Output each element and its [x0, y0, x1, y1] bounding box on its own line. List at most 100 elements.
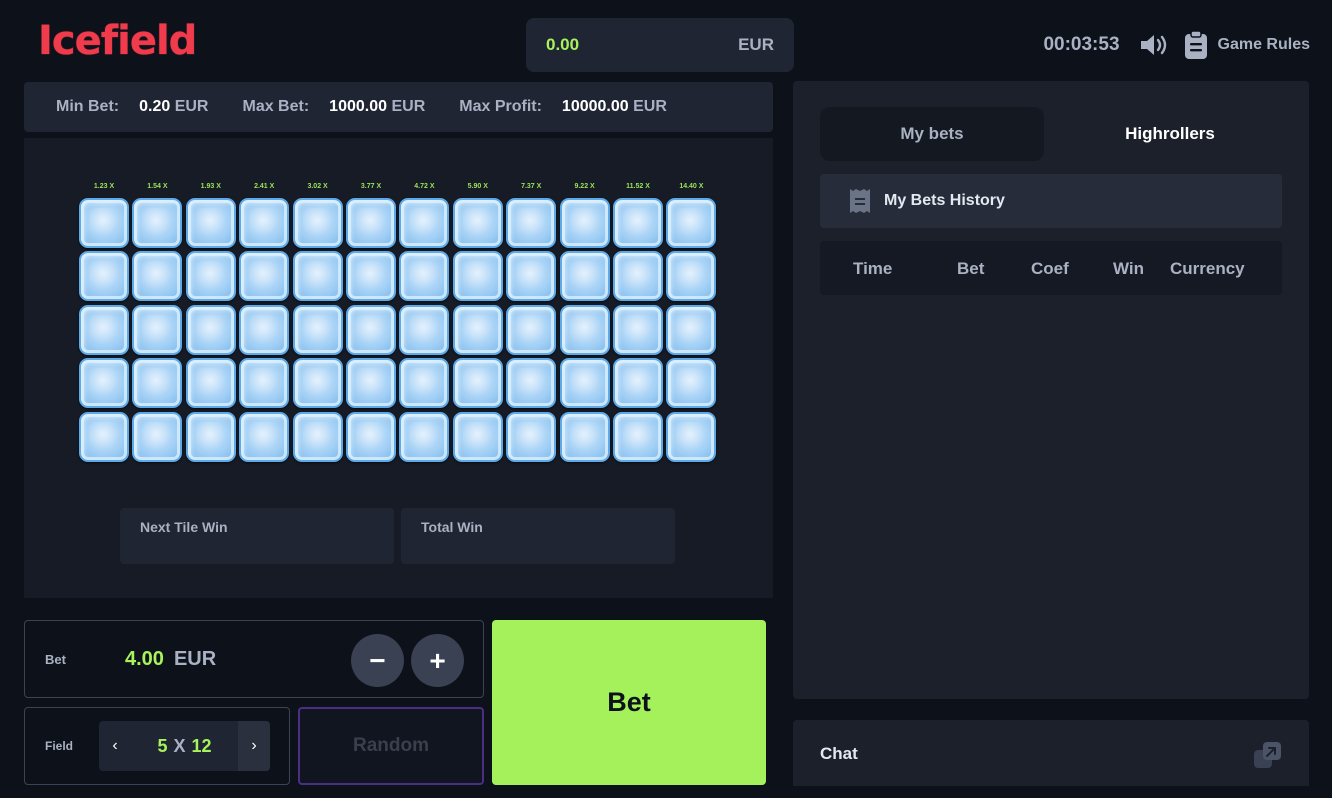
- column-coef: Coef: [1031, 259, 1069, 278]
- ice-tile[interactable]: [346, 198, 396, 248]
- next-tile-win-label: Next Tile Win: [140, 519, 228, 535]
- ice-tile[interactable]: [452, 251, 503, 302]
- balance-amount: 0.00: [546, 35, 580, 54]
- ice-tile[interactable]: [613, 411, 663, 462]
- ice-tile[interactable]: [666, 358, 717, 409]
- ice-tile[interactable]: [559, 198, 610, 248]
- ice-tile[interactable]: [613, 198, 663, 248]
- multiplier-label: 14.40 X: [679, 183, 704, 190]
- multiplier-row: 1.23 X 1.54 X 1.93 X 2.41 X 3.02 X 3.77 X 4.72…: [79, 183, 719, 195]
- ice-tile[interactable]: [399, 304, 450, 355]
- ice-tile[interactable]: [292, 251, 343, 302]
- ice-tile[interactable]: [79, 251, 129, 302]
- my-bets-history-button[interactable]: My Bets History: [820, 174, 1282, 228]
- ice-tile[interactable]: [185, 251, 236, 302]
- ice-tile[interactable]: [613, 251, 663, 302]
- ice-tile[interactable]: [666, 198, 717, 248]
- ice-tile[interactable]: [239, 358, 290, 409]
- ice-tile[interactable]: [346, 304, 396, 355]
- ice-tile[interactable]: [79, 304, 129, 355]
- game-rules-button[interactable]: Game Rules: [1184, 30, 1310, 60]
- ice-tile[interactable]: [506, 411, 557, 462]
- ice-tile[interactable]: [132, 251, 183, 302]
- multiplier-label: 4.72 X: [414, 183, 435, 190]
- ice-tile[interactable]: [292, 198, 343, 248]
- field-size-control: Field ‹ 5 X 12 ›: [24, 707, 290, 785]
- bet-button[interactable]: Bet: [492, 620, 766, 785]
- ice-tile[interactable]: [292, 411, 343, 462]
- ice-tile[interactable]: [506, 198, 557, 248]
- ice-tile[interactable]: [132, 411, 183, 462]
- max-bet: Max Bet: 1000.00 EUR: [242, 98, 426, 115]
- game-rules-label: Game Rules: [1217, 36, 1310, 53]
- my-bets-history-label: My Bets History: [884, 192, 1005, 209]
- chat-title: Chat: [820, 744, 858, 763]
- ice-tile[interactable]: [399, 358, 450, 409]
- ice-tile[interactable]: [559, 358, 610, 409]
- ice-tile[interactable]: [452, 358, 503, 409]
- chevron-left-icon[interactable]: ‹: [99, 721, 131, 771]
- bet-limits-bar: Min Bet: 0.20 EUR Max Bet: 1000.00 EUR Max…: [24, 82, 773, 132]
- ice-tile[interactable]: [239, 411, 290, 462]
- random-button[interactable]: Random: [298, 707, 484, 785]
- ice-tile[interactable]: [185, 358, 236, 409]
- column-currency: Currency: [1170, 259, 1245, 278]
- ice-tile[interactable]: [452, 304, 503, 355]
- ice-tile[interactable]: [239, 198, 290, 248]
- ice-tile[interactable]: [666, 304, 717, 355]
- expand-chat-icon[interactable]: [1253, 740, 1283, 770]
- ice-tile[interactable]: [132, 358, 183, 409]
- column-bet: Bet: [957, 259, 985, 278]
- chevron-right-icon[interactable]: ›: [238, 721, 270, 771]
- bets-panel: My bets Highrollers My Bets History Time…: [793, 81, 1309, 699]
- bet-amount[interactable]: 4.00: [125, 648, 164, 671]
- multiplier-label: 7.37 X: [521, 183, 542, 190]
- ice-tile[interactable]: [506, 304, 557, 355]
- ice-tile[interactable]: [185, 198, 236, 248]
- field-label: Field: [45, 739, 74, 753]
- multiplier-label: 1.54 X: [147, 183, 168, 190]
- ice-tile[interactable]: [613, 358, 663, 409]
- bets-tabs: My bets Highrollers: [820, 107, 1282, 161]
- ice-tile[interactable]: [559, 411, 610, 462]
- multiplier-label: 1.93 X: [200, 183, 221, 190]
- session-timer: 00:03:53: [1043, 34, 1120, 55]
- ice-tile[interactable]: [559, 304, 610, 355]
- ice-tile[interactable]: [346, 358, 396, 409]
- tab-highrollers[interactable]: Highrollers: [1058, 107, 1282, 161]
- ice-tile[interactable]: [346, 251, 396, 302]
- multiplier-label: 2.41 X: [254, 183, 275, 190]
- ice-tile[interactable]: [185, 411, 236, 462]
- ice-tile[interactable]: [185, 304, 236, 355]
- ice-tile[interactable]: [666, 251, 717, 302]
- max-profit: Max Profit: 10000.00 EUR: [459, 98, 667, 115]
- speaker-icon[interactable]: [1136, 28, 1170, 62]
- ice-tile[interactable]: [239, 251, 290, 302]
- ice-tile[interactable]: [506, 251, 557, 302]
- ice-tile[interactable]: [452, 411, 503, 462]
- ice-tile[interactable]: [292, 358, 343, 409]
- chat-panel: Chat: [793, 720, 1309, 786]
- column-time: Time: [853, 259, 893, 278]
- ice-tile[interactable]: [346, 411, 396, 462]
- ice-tile[interactable]: [292, 304, 343, 355]
- ice-tile[interactable]: [239, 304, 290, 355]
- ice-tile[interactable]: [506, 358, 557, 409]
- ice-tile[interactable]: [666, 411, 717, 462]
- increase-bet-button[interactable]: +: [411, 634, 464, 687]
- receipt-icon: [850, 189, 870, 213]
- ice-tile[interactable]: [613, 304, 663, 355]
- ice-tile[interactable]: [79, 198, 129, 248]
- ice-tile[interactable]: [452, 198, 503, 248]
- tab-my-bets[interactable]: My bets: [820, 107, 1044, 161]
- ice-tile[interactable]: [132, 198, 183, 248]
- ice-tile[interactable]: [399, 198, 450, 248]
- ice-tile[interactable]: [399, 251, 450, 302]
- decrease-bet-button[interactable]: −: [351, 634, 404, 687]
- ice-tile[interactable]: [132, 304, 183, 355]
- balance-currency: EUR: [738, 35, 774, 54]
- ice-tile[interactable]: [399, 411, 450, 462]
- ice-tile[interactable]: [79, 358, 129, 409]
- ice-tile[interactable]: [79, 411, 129, 462]
- ice-tile[interactable]: [559, 251, 610, 302]
